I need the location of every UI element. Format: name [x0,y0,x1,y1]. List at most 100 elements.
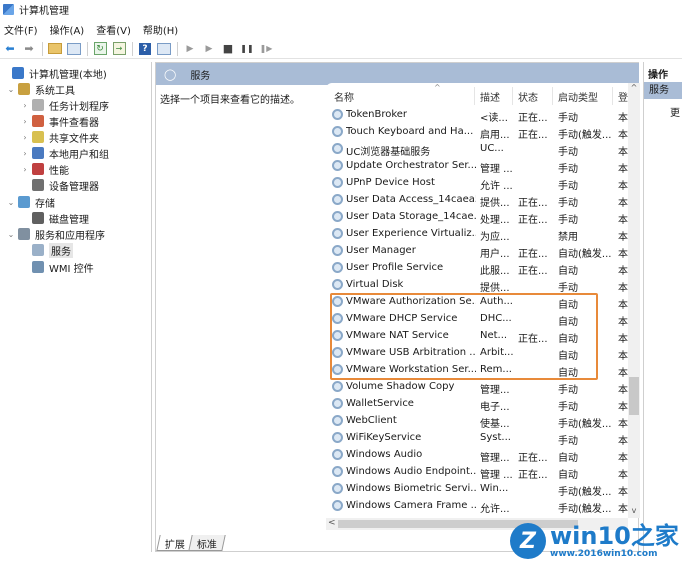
service-row[interactable]: UPnP Device Host 允许 ... 手动 本 [326,175,628,192]
service-startup-type: 手动 [558,198,578,209]
chevron-down-icon[interactable]: ⌄ [6,230,16,239]
service-row[interactable]: WebClient 使基... 手动(触发... 本 [326,413,628,430]
service-row[interactable]: TokenBroker <读... 正在... 手动 本 [326,107,628,124]
chevron-right-icon[interactable]: › [20,101,30,110]
column-logon[interactable]: 登 [618,89,628,105]
tree-item[interactable]: WMI 控件 [20,259,94,275]
tree-item[interactable]: › 性能 [20,161,69,177]
services-header: ◯ 服务 [156,63,639,85]
tree-item[interactable]: › 任务计划程序 [20,97,109,113]
service-row[interactable]: Windows Audio Endpoint... 管理 ... 正在... 自动 本 [326,464,628,481]
service-name: VMware NAT Service [346,330,449,341]
column-status[interactable]: 状态 [518,89,538,105]
service-logon: 本 [618,385,628,396]
service-row[interactable]: User Data Storage_14cae... 处理... 正在... 手动 本 [326,209,628,226]
service-row[interactable]: Touch Keyboard and Ha... 启用... 正在... 手动(触发.… [326,124,628,141]
services-search-icon: ◯ [164,67,177,81]
pause-service-button[interactable]: ❚❚ [239,41,255,57]
service-row[interactable]: UC浏览器基础服务 UC... 手动 本 [326,141,628,158]
show-hide-tree-button[interactable] [66,41,82,57]
service-row[interactable]: VMware Authorization Se... Auth... 自动 本 [326,294,628,311]
vertical-scrollbar[interactable]: ^ v [628,83,640,518]
refresh-button[interactable]: ↻ [92,41,108,57]
service-row[interactable]: WalletService 电子... 手动 本 [326,396,628,413]
forward-button[interactable]: ➡ [21,41,37,57]
column-separator[interactable] [552,87,553,105]
menu-action[interactable]: 操作(A) [50,22,85,37]
service-row[interactable]: User Profile Service 此服... 正在... 自动 本 [326,260,628,277]
up-level-button[interactable] [47,41,63,57]
service-row[interactable]: VMware NAT Service Net... 正在... 自动 本 [326,328,628,345]
vertical-scroll-thumb[interactable] [629,377,639,415]
column-separator[interactable] [512,87,513,105]
column-name[interactable]: 名称 [334,89,354,105]
service-row[interactable]: Windows Audio 管理... 正在... 自动 本 [326,447,628,464]
column-description[interactable]: 描述 [480,89,500,105]
column-separator[interactable] [474,87,475,105]
service-startup-type: 自动 [558,300,578,311]
tab-standard[interactable]: 标准 [188,535,226,551]
scroll-left-icon[interactable]: < [328,518,336,528]
tree-item[interactable]: 磁盘管理 [20,210,89,226]
service-row[interactable]: VMware DHCP Service DHC... 自动 本 [326,311,628,328]
service-startup-type: 手动 [558,283,578,294]
service-row[interactable]: VMware USB Arbitration ... Arbit... 自动 本 [326,345,628,362]
help-button[interactable]: ? [137,41,153,57]
service-row[interactable]: Windows Camera Frame ... 允许... 手动(触发... 本 [326,498,628,515]
menu-help[interactable]: 帮助(H) [143,22,178,37]
service-status: 正在... [518,334,548,345]
toolbar: ⬅ ➡ ↻ → ? ▶ ▶ ■ ❚❚ ❚▶ [0,39,682,59]
chevron-right-icon[interactable]: › [20,117,30,126]
service-name: VMware DHCP Service [346,313,458,324]
service-name: User Profile Service [346,262,444,273]
chevron-right-icon[interactable]: › [20,149,30,158]
tree-item[interactable]: › 共享文件夹 [20,129,99,145]
start-service-alt-button[interactable]: ▶ [201,41,217,57]
tree-item[interactable]: › 事件查看器 [20,113,99,129]
chevron-down-icon[interactable]: ⌄ [6,85,16,94]
service-row[interactable]: Volume Shadow Copy 管理... 手动 本 [326,379,628,396]
menu-view[interactable]: 查看(V) [96,22,131,37]
menu-file[interactable]: 文件(F) [4,22,38,37]
tree-item[interactable]: 服务 [20,242,73,258]
back-arrow-icon: ⬅ [5,42,15,55]
service-row[interactable]: Windows Biometric Servi... Win... 手动(触发...… [326,481,628,498]
tree-item[interactable]: ⌄ 存储 [6,194,55,210]
tree-item[interactable]: 计算机管理(本地) [0,65,107,81]
tree-item[interactable]: ⌄ 服务和应用程序 [6,226,105,242]
service-row[interactable]: WiFiKeyService Syst... 手动 本 [326,430,628,447]
service-row[interactable]: VMware Workstation Ser... Rem... 自动 本 [326,362,628,379]
back-button[interactable]: ⬅ [2,41,18,57]
scroll-up-icon[interactable]: ^ [628,83,640,95]
chevron-right-icon[interactable]: › [20,165,30,174]
stop-service-button[interactable]: ■ [220,41,236,57]
column-startup-type[interactable]: 启动类型 [558,89,598,105]
service-logon: 本 [618,232,628,243]
resume-service-button[interactable]: ❚▶ [258,41,274,57]
chevron-down-icon[interactable]: ⌄ [6,198,16,207]
actions-section-services[interactable]: 服务 [644,82,682,99]
service-gear-icon [332,160,343,171]
service-description: 用户... [480,249,510,260]
service-row[interactable]: Virtual Disk 提供... 手动 本 [326,277,628,294]
service-row[interactable]: User Experience Virtualiz... 为应... 禁用 本 [326,226,628,243]
tree-item[interactable]: 设备管理器 [20,177,99,193]
service-logon: 本 [618,283,628,294]
service-row[interactable]: Update Orchestrator Ser... 管理 ... 手动 本 [326,158,628,175]
tools-icon [18,83,30,95]
more-actions-link[interactable]: 更 [670,104,680,119]
service-row[interactable]: User Manager 用户... 正在... 自动(触发... 本 [326,243,628,260]
export-list-button[interactable]: → [111,41,127,57]
show-action-pane-button[interactable] [156,41,172,57]
tree-item[interactable]: › 本地用户和组 [20,145,109,161]
services-icon [32,244,44,256]
start-service-button[interactable]: ▶ [182,41,198,57]
service-description: 提供... [480,198,510,209]
services-list: 名称 ^ 描述 状态 启动类型 登 TokenBroker <读... 正在... 手… [326,83,638,536]
service-row[interactable]: User Data Access_14caea5 提供... 正在... 手动 本 [326,192,628,209]
tree-item[interactable]: ⌄ 系统工具 [6,81,75,97]
column-separator[interactable] [612,87,613,105]
service-logon: 本 [618,453,628,464]
chevron-right-icon[interactable]: › [20,133,30,142]
service-logon: 本 [618,368,628,379]
